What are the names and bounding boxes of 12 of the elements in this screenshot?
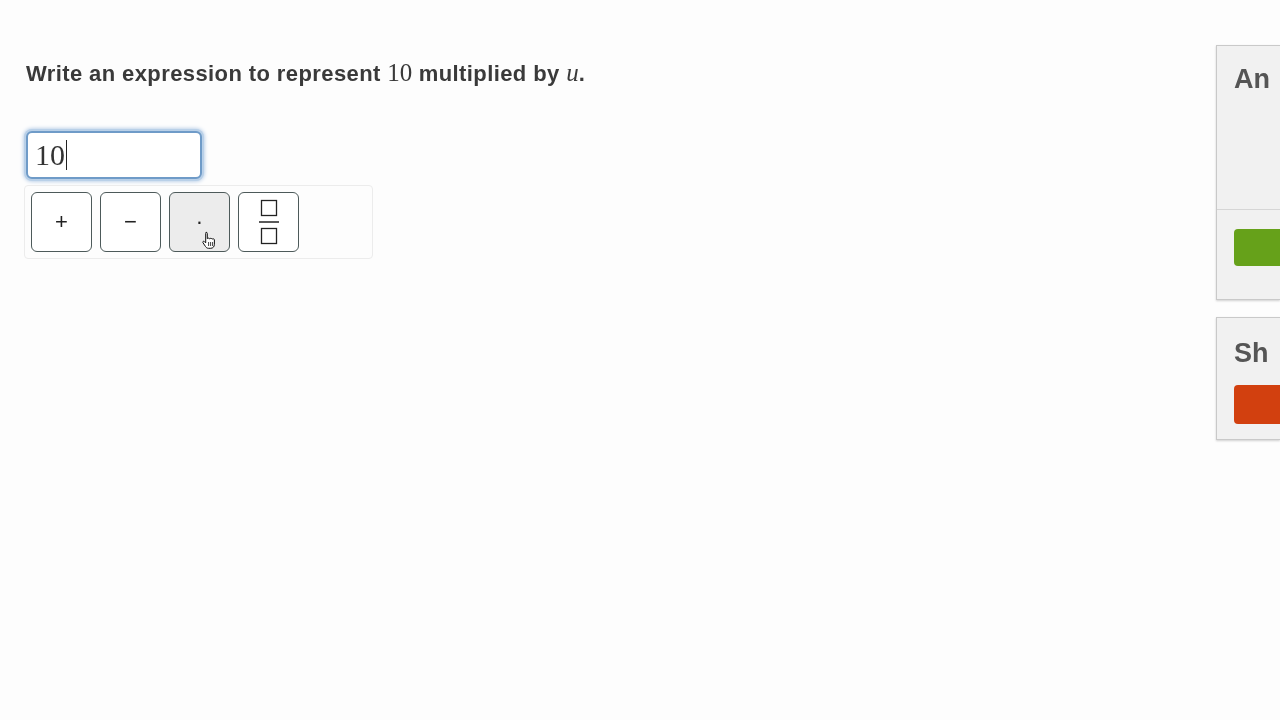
answer-field[interactable]: 10 [26,131,202,179]
action-button[interactable] [1234,229,1280,266]
fraction-key[interactable] [238,192,299,252]
keypad-key[interactable]: + [31,192,92,252]
hand-cursor-icon [202,231,217,249]
keypad-key[interactable]: − [100,192,161,252]
panel-title: Sh [1233,337,1270,369]
fraction-icon [258,199,279,245]
panel-title: An [1233,63,1271,96]
action-button[interactable] [1234,385,1280,424]
question-text: Write an expression to represent 10 multiplied by u. [26,60,586,87]
keypad-key[interactable]: · [169,192,230,252]
